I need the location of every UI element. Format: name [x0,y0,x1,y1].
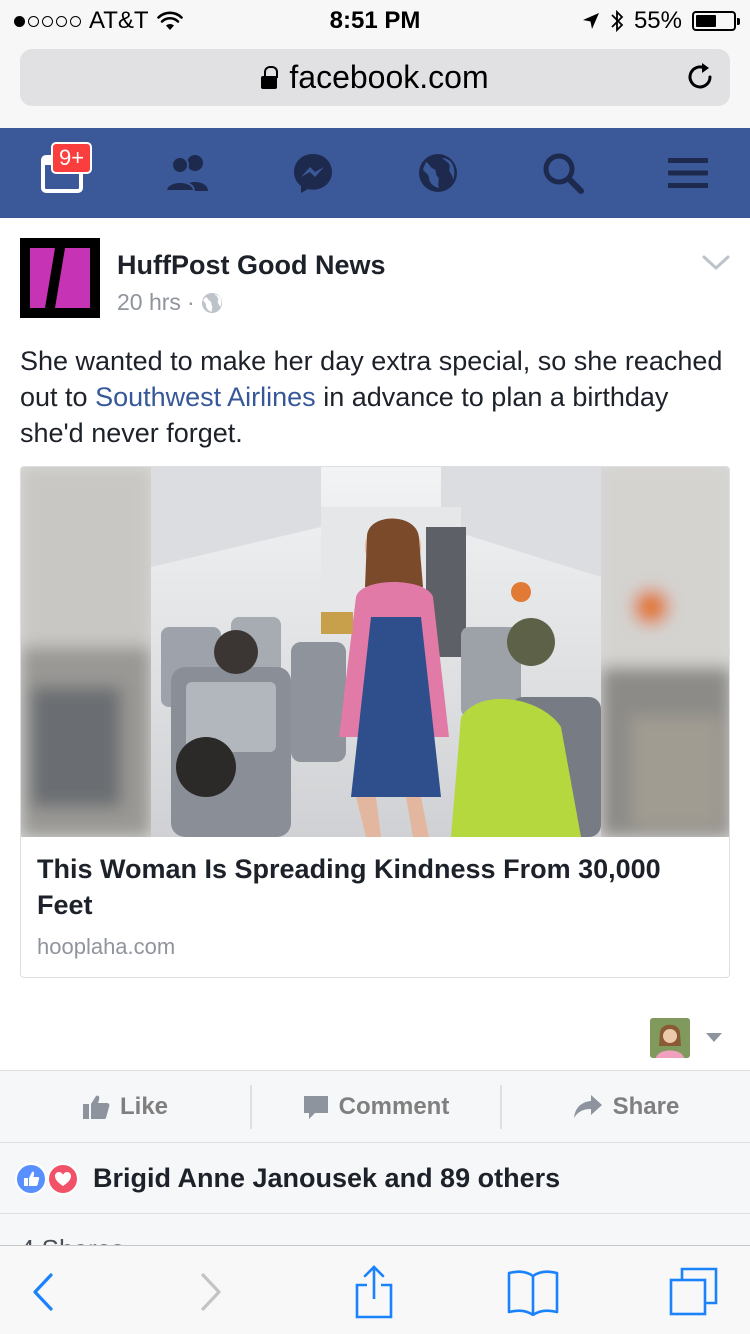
reactions-text[interactable]: Brigid Anne Janousek and 89 others [93,1163,560,1194]
tabs-icon [669,1267,718,1316]
airplane-cabin-photo [21,467,729,837]
forward-button[interactable] [183,1264,239,1320]
friends-tab[interactable] [163,148,213,198]
safari-toolbar [0,1245,750,1334]
notification-badge: 9+ [51,142,93,174]
thumbs-up-icon [82,1095,110,1119]
tabs-button[interactable] [666,1264,722,1320]
search-tab[interactable] [538,148,588,198]
browser-chrome: facebook.com [0,40,750,128]
status-bar: AT&T 8:51 PM 55% [0,0,750,40]
globe-icon [201,292,222,313]
book-icon [507,1270,559,1316]
southwest-mention-link[interactable]: Southwest Airlines [95,382,316,412]
location-arrow-icon [582,13,599,29]
post-header: HuffPost Good News 20 hrs · [20,238,730,318]
back-button[interactable] [15,1264,71,1320]
share-sheet-button[interactable] [346,1264,402,1320]
menu-icon [668,158,708,188]
share-icon [355,1265,393,1319]
article-image[interactable] [21,467,729,837]
link-preview-card[interactable]: This Woman Is Spreading Kindness From 30… [20,466,730,978]
article-title[interactable]: This Woman Is Spreading Kindness From 30… [37,851,717,923]
friends-icon [164,155,208,192]
messenger-tab[interactable] [288,148,338,198]
share-arrow-icon [573,1095,602,1118]
share-button[interactable]: Share [502,1071,750,1143]
notifications-globe-icon [419,154,457,192]
notifications-tab[interactable] [413,148,463,198]
battery-icon [692,11,740,31]
reload-icon[interactable] [684,61,716,93]
user-avatar-image [650,1018,690,1058]
menu-tab[interactable] [663,148,713,198]
reactions-summary[interactable]: Brigid Anne Janousek and 89 others [0,1143,750,1214]
action-bar: Like Comment Share [0,1070,750,1143]
address-bar[interactable]: facebook.com [20,49,730,106]
status-right: 55% [582,7,740,35]
url-display[interactable]: facebook.com [20,59,730,96]
article-domain: hooplaha.com [37,934,176,959]
bluetooth-icon [611,9,624,33]
share-label: Share [612,1093,680,1120]
forward-chevron-icon [201,1273,221,1311]
comment-icon [303,1096,328,1119]
comment-label: Comment [338,1093,450,1120]
huffpost-logo-icon [30,248,90,308]
post-text: She wanted to make her day extra special… [20,343,732,451]
back-chevron-icon [33,1273,53,1311]
like-reaction-icon [15,1163,47,1195]
search-icon [543,153,584,194]
caret-down-icon [706,1033,722,1042]
battery-percent: 55% [633,7,682,34]
profile-selector[interactable] [650,1018,730,1058]
huffpost-logo-avatar[interactable] [20,238,100,318]
love-reaction-icon [47,1163,79,1195]
lock-icon [261,66,279,90]
messenger-icon [294,154,332,193]
bookmarks-button[interactable] [505,1264,561,1320]
chevron-down-icon[interactable] [702,254,730,272]
meta-separator: · [186,289,195,315]
user-avatar [650,1018,690,1058]
comment-button[interactable]: Comment [252,1071,500,1143]
post-meta: 20 hrs · [117,289,223,316]
url-text: facebook.com [289,59,489,95]
page-name[interactable]: HuffPost Good News [117,250,386,281]
post-time[interactable]: 20 hrs [117,289,181,316]
like-button[interactable]: Like [0,1071,250,1143]
facebook-nav-bar: 9+ [0,128,750,218]
like-label: Like [119,1093,169,1120]
